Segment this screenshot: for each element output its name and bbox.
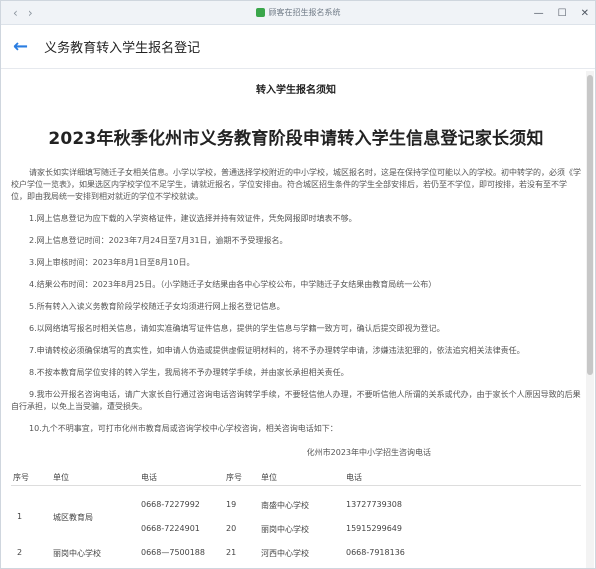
- intro-paragraph: 请家长如实详细填写随迁子女相关信息。小学以学校，普通选择学校附近的中小学校，城区…: [11, 168, 581, 201]
- table-cell: 0668-7918136: [346, 548, 405, 557]
- notice-content: 转入学生报名须知 2023年秋季化州市义务教育阶段申请转入学生信息登记家长须知 …: [11, 71, 581, 568]
- scrollbar-thumb[interactable]: [587, 75, 593, 375]
- table-cell: 0668-7224901: [141, 524, 200, 533]
- notice-item: 3.网上审核时间：2023年8月1日至8月10日。: [29, 258, 195, 267]
- app-header: ← 义务教育转入学生报名登记: [1, 25, 595, 69]
- table-header-cell: 单位: [53, 473, 69, 482]
- table-cell: 19: [226, 500, 237, 509]
- notice-item: 7.申请转校必须确保填写的真实性，如申请人伪造或提供虚假证明材料的，将不予办理转…: [29, 346, 525, 355]
- table-cell: 丽岗中心学校: [53, 549, 101, 558]
- table-caption: 化州市2023年中小学招生咨询电话: [306, 448, 431, 457]
- page-title: 义务教育转入学生报名登记: [44, 41, 201, 56]
- table-cell: 丽岗中心学校: [261, 525, 309, 534]
- table-header-cell: 电话: [141, 473, 157, 482]
- main-heading: 2023年秋季化州市义务教育阶段申请转入学生信息登记家长须知: [48, 129, 544, 149]
- table-header-row: 序号 单位 电话 序号 单位 电话: [11, 468, 581, 486]
- table-cell: 城区教育局: [53, 513, 93, 522]
- contact-table: 序号 单位 电话 序号 单位 电话 0668-7227992 19 南盛中心学校…: [11, 468, 581, 568]
- close-icon[interactable]: ✕: [581, 8, 589, 19]
- table-cell: 南盛中心学校: [261, 501, 309, 510]
- minimize-icon[interactable]: —: [534, 8, 544, 19]
- notice-item: 6.以网络填写报名时相关信息，请如实准确填写证件信息，提供的学生信息与学籍一致方…: [29, 324, 445, 333]
- notice-item: 5.所有转入入读义务教育阶段学校随迁子女均须进行网上报名登记信息。: [29, 302, 285, 311]
- back-arrow-icon[interactable]: ←: [13, 36, 28, 57]
- table-cell: 21: [226, 548, 237, 557]
- maximize-icon[interactable]: ☐: [558, 8, 567, 19]
- scrollbar[interactable]: [586, 71, 594, 568]
- notice-item: 8.不按本教育局学位安排的转入学生，我局将不予办理转学手续，并由家长承担相关责任…: [29, 368, 349, 377]
- table-header-cell: 序号: [226, 473, 242, 482]
- table-cell: 0668—7500188: [141, 548, 205, 557]
- notice-item: 4.结果公布时间：2023年8月25日。（小学随迁子女结果由各中心学校公布，中学…: [29, 280, 437, 289]
- notice-item: 1.网上信息登记为应下载的入学资格证件，建议选择并持有效证件，凭免网报即时填表不…: [29, 214, 357, 223]
- table-header-cell: 单位: [261, 473, 277, 482]
- table-cell: 河西中心学校: [261, 549, 309, 558]
- table-cell: 2: [17, 548, 23, 557]
- table-header-cell: 电话: [346, 473, 362, 482]
- notice-item: 2.网上信息登记时间：2023年7月24日至7月31日，逾期不予受理报名。: [29, 236, 288, 245]
- window-title: 顾客在招生报名系统: [1, 7, 595, 18]
- table-cell: 0668-7227992: [141, 500, 200, 509]
- notice-item: 9.我市公开报名咨询电话，请广大家长自行通过咨询电话咨询转学手续，不要轻信他人办…: [11, 390, 581, 411]
- window-title-text: 顾客在招生报名系统: [268, 8, 341, 17]
- table-cell: 1: [17, 512, 23, 521]
- table-cell: 15915299649: [346, 524, 402, 533]
- table-header-cell: 序号: [13, 473, 29, 482]
- table-cell: 13727739308: [346, 500, 402, 509]
- table-cell: 20: [226, 524, 237, 533]
- app-window: ‹ › 顾客在招生报名系统 — ☐ ✕ ← 义务教育转入学生报名登记 转入学生报…: [0, 0, 596, 569]
- notice-item: 10.九个不明事宜，可打市化州市教育局或咨询学校中心学校咨询，相关咨询电话如下：: [29, 424, 338, 433]
- notice-heading: 转入学生报名须知: [256, 85, 336, 96]
- window-controls: — ☐ ✕: [534, 1, 589, 25]
- title-bar: ‹ › 顾客在招生报名系统 — ☐ ✕: [1, 1, 595, 25]
- app-logo-icon: [255, 8, 265, 17]
